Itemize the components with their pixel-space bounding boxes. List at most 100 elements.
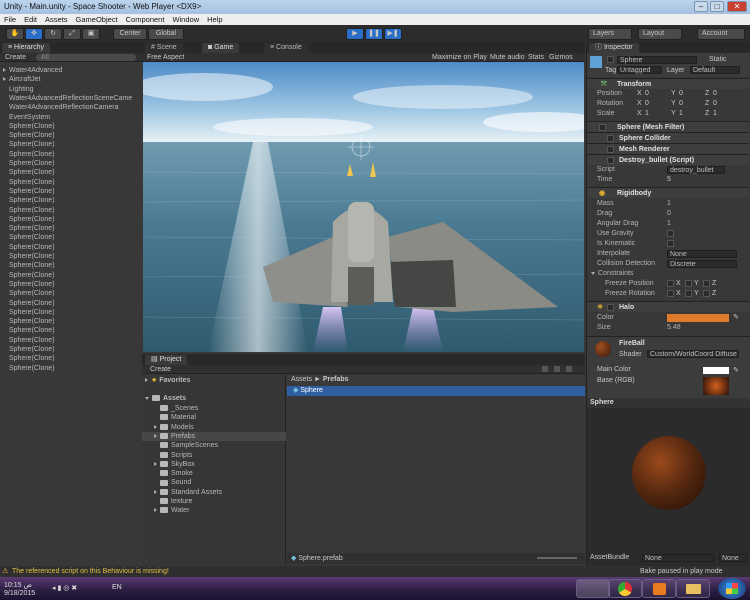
rect-tool-icon[interactable]: ▣	[82, 28, 100, 40]
gizmos-dropdown[interactable]: Gizmos	[549, 53, 573, 62]
transform-header[interactable]: ⤧ Transform	[587, 78, 749, 89]
hierarchy-item[interactable]: Sphere(Clone)	[0, 261, 142, 270]
hierarchy-item[interactable]: AircraftJet	[0, 75, 142, 84]
folder-item[interactable]: SkyBox	[142, 460, 286, 469]
halo-header[interactable]: ☀ Halo	[587, 301, 749, 312]
hierarchy-item[interactable]: EventSystem	[0, 113, 142, 122]
breadcrumb-prefabs[interactable]: Prefabs	[323, 376, 349, 383]
mass-value[interactable]: 1	[667, 199, 671, 209]
folder-item[interactable]: Water	[142, 506, 286, 515]
object-name-field[interactable]: Sphere	[617, 56, 697, 64]
freeze-rotation-z-checkbox[interactable]	[703, 290, 710, 297]
mesh-filter-header[interactable]: Sphere (Mesh Filter)	[587, 121, 749, 132]
hierarchy-item[interactable]: Sphere(Clone)	[0, 122, 142, 131]
hierarchy-item[interactable]: Sphere(Clone)	[0, 308, 142, 317]
sphere-collider-checkbox[interactable]	[607, 135, 614, 142]
static-checkbox[interactable]: Static	[709, 56, 727, 63]
expand-icon[interactable]	[3, 68, 6, 73]
freeze-position-y-checkbox[interactable]	[685, 280, 692, 287]
tab-scene[interactable]: # Scene	[145, 43, 183, 53]
hierarchy-item[interactable]: Sphere(Clone)	[0, 354, 142, 363]
base-texture-thumbnail[interactable]	[703, 377, 729, 395]
hierarchy-item[interactable]: Water4AdvancedReflectionCamera	[0, 103, 142, 112]
favorites-expand-icon[interactable]	[145, 378, 148, 383]
menu-edit[interactable]: Edit	[20, 14, 41, 25]
is-kinematic-checkbox[interactable]	[667, 240, 674, 247]
hierarchy-search-input[interactable]: All	[36, 54, 136, 61]
hierarchy-item[interactable]: Sphere(Clone)	[0, 178, 142, 187]
menu-help[interactable]: Help	[203, 14, 226, 25]
layers-dropdown[interactable]: Layers	[588, 28, 632, 40]
hierarchy-item[interactable]: Sphere(Clone)	[0, 168, 142, 177]
hierarchy-item[interactable]: Sphere(Clone)	[0, 150, 142, 159]
sphere-collider-header[interactable]: Sphere Collider	[587, 132, 749, 143]
hierarchy-item[interactable]: Sphere(Clone)	[0, 317, 142, 326]
time-value[interactable]: 5	[667, 176, 671, 183]
tab-hierarchy[interactable]: ≡ Hierarchy	[2, 43, 50, 53]
freeze-rotation-x-checkbox[interactable]	[667, 290, 674, 297]
freeze-rotation-y-checkbox[interactable]	[685, 290, 692, 297]
folder-item[interactable]: Models	[142, 423, 286, 432]
folder-item[interactable]: _Scenes	[142, 404, 286, 413]
breadcrumb-assets[interactable]: Assets	[291, 376, 312, 383]
hierarchy-item[interactable]: Sphere(Clone)	[0, 345, 142, 354]
mesh-renderer-checkbox[interactable]	[607, 146, 614, 153]
menu-assets[interactable]: Assets	[41, 14, 72, 25]
script-checkbox[interactable]	[607, 157, 614, 164]
script-header[interactable]: Destroy_bullet (Script)	[587, 154, 749, 165]
assetbundle-variant-dropdown[interactable]: None	[719, 554, 747, 562]
menu-gameobject[interactable]: GameObject	[72, 14, 122, 25]
folder-item[interactable]: Sound	[142, 478, 286, 487]
hierarchy-item[interactable]: Water4AdvancedReflectionSceneCame	[0, 94, 142, 103]
halo-color-swatch[interactable]	[667, 314, 729, 322]
rigidbody-header[interactable]: ◉ Rigidbody	[587, 187, 749, 198]
stats-toggle[interactable]: Stats	[528, 53, 544, 62]
status-warning[interactable]: The referenced script on this Behaviour …	[12, 568, 169, 575]
interpolate-dropdown[interactable]: None	[667, 250, 737, 258]
hierarchy-item[interactable]: Sphere(Clone)	[0, 289, 142, 298]
taskbar-language[interactable]: EN	[112, 584, 122, 591]
pos-x-field[interactable]: 0	[645, 90, 649, 97]
rotate-tool-icon[interactable]: ↻	[44, 28, 62, 40]
expand-icon[interactable]	[154, 424, 157, 429]
main-color-eyedropper-icon[interactable]: ✎	[733, 366, 739, 374]
project-create-button[interactable]: Create	[150, 365, 171, 374]
shader-dropdown[interactable]: Custom/WorldCoord Diffuse	[647, 350, 739, 358]
assets-expand-icon[interactable]	[145, 396, 149, 400]
icon-size-slider[interactable]	[537, 557, 577, 559]
expand-icon[interactable]	[154, 489, 157, 494]
freeze-position-z-checkbox[interactable]	[703, 280, 710, 287]
collision-dropdown[interactable]: Discrete	[667, 260, 737, 268]
chrome-taskbar-icon[interactable]	[608, 579, 642, 598]
layout-dropdown[interactable]: Layout	[638, 28, 682, 40]
start-button[interactable]	[718, 578, 746, 599]
hierarchy-item[interactable]: Sphere(Clone)	[0, 224, 142, 233]
expand-icon[interactable]	[154, 508, 157, 513]
hierarchy-item[interactable]: Sphere(Clone)	[0, 196, 142, 205]
hierarchy-item[interactable]: Sphere(Clone)	[0, 206, 142, 215]
layer-dropdown[interactable]: Default	[690, 66, 740, 74]
asset-item-sphere[interactable]: ◆ Sphere	[287, 386, 585, 396]
mute-audio-toggle[interactable]: Mute audio	[490, 53, 525, 62]
favorites-row[interactable]: ★ Favorites	[142, 376, 285, 385]
media-player-taskbar-icon[interactable]	[642, 579, 676, 598]
folder-item[interactable]: Prefabs	[142, 431, 286, 442]
expand-icon[interactable]	[154, 461, 157, 466]
menu-file[interactable]: File	[0, 14, 20, 25]
expand-icon[interactable]	[154, 434, 157, 439]
global-toggle[interactable]: Global	[148, 28, 184, 40]
hierarchy-item[interactable]: Sphere(Clone)	[0, 271, 142, 280]
halo-size-value[interactable]: 5.48	[667, 323, 681, 333]
maximize-button[interactable]: □	[710, 1, 724, 12]
move-tool-icon[interactable]: ✥	[25, 28, 43, 40]
hierarchy-item[interactable]: Sphere(Clone)	[0, 215, 142, 224]
hierarchy-item[interactable]: Sphere(Clone)	[0, 326, 142, 335]
folder-item[interactable]: SampleScenes	[142, 441, 286, 450]
pos-z-field[interactable]: 0	[713, 90, 717, 97]
hierarchy-item[interactable]: Sphere(Clone)	[0, 243, 142, 252]
folder-item[interactable]: Material	[142, 413, 286, 422]
folder-item[interactable]: texture	[142, 497, 286, 506]
hierarchy-item[interactable]: Sphere(Clone)	[0, 159, 142, 168]
rot-x-field[interactable]: 0	[645, 100, 649, 107]
expand-icon[interactable]	[3, 77, 6, 82]
